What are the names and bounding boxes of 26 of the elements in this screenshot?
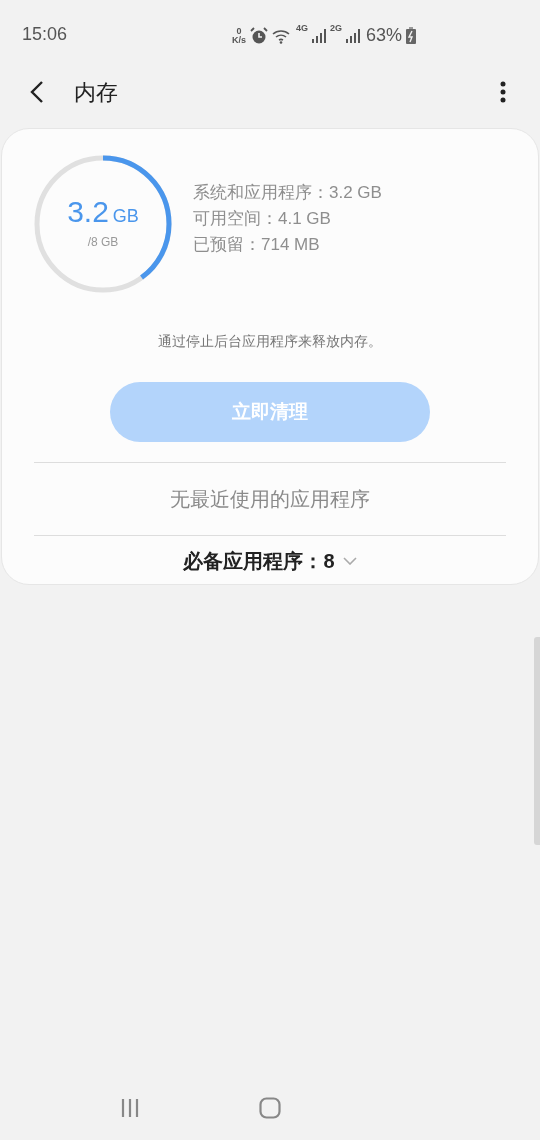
hint-text: 通过停止后台应用程序来释放内存。 <box>158 332 382 351</box>
network-speed: 0 <box>236 26 242 36</box>
essential-apps-dropdown[interactable]: 必备应用程序：8 <box>183 536 357 584</box>
memory-detail: 已预留：714 MB <box>193 234 321 256</box>
empty-recent-apps: 无最近使用的应用程序 <box>170 487 370 512</box>
memory-detail: 系统和应用程序：3.2 GB <box>193 182 382 204</box>
memory-detail: 可用空间：4.1 GB <box>193 208 332 230</box>
battery-percent: 63% <box>366 24 403 47</box>
more-options-icon[interactable] <box>500 81 506 103</box>
back-icon[interactable] <box>30 81 44 103</box>
signal-icon <box>312 28 327 43</box>
page-title: 内存 <box>74 78 118 107</box>
signal-icon <box>346 28 361 43</box>
network-speed-unit: K/s <box>232 35 246 45</box>
recent-apps-icon[interactable] <box>119 1098 140 1118</box>
used-memory: 3.2 <box>67 197 109 227</box>
total-memory: /8 GB <box>87 234 119 251</box>
used-memory-unit: GB <box>112 207 139 225</box>
chevron-down-icon <box>342 557 357 565</box>
battery-charging-icon <box>406 27 417 44</box>
wifi-icon <box>272 27 292 44</box>
network-type: 2G <box>330 22 343 35</box>
alarm-icon <box>250 26 268 45</box>
status-time: 15:06 <box>22 22 68 46</box>
network-type: 4G <box>296 22 309 35</box>
home-icon[interactable] <box>259 1097 281 1119</box>
